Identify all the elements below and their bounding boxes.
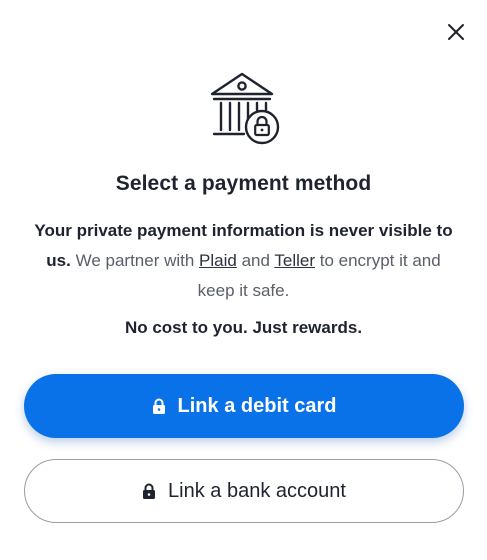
dialog-description: Your private payment information is neve… bbox=[30, 216, 457, 306]
close-button[interactable] bbox=[442, 18, 470, 46]
tagline: No cost to you. Just rewards. bbox=[124, 318, 363, 337]
description-text: and bbox=[236, 251, 275, 270]
lock-icon bbox=[142, 483, 156, 500]
link-debit-card-button[interactable]: Link a debit card bbox=[24, 374, 464, 438]
teller-link[interactable]: Teller bbox=[274, 251, 315, 270]
link-bank-account-label: Link a bank account bbox=[168, 479, 346, 502]
bank-lock-icon bbox=[210, 72, 280, 145]
description-text: We partner with bbox=[70, 251, 200, 270]
link-debit-card-label: Link a debit card bbox=[177, 394, 337, 417]
plaid-link[interactable]: Plaid bbox=[199, 251, 237, 270]
close-icon bbox=[448, 24, 464, 40]
lock-icon bbox=[152, 398, 166, 415]
dialog-title: Select a payment method bbox=[115, 172, 372, 195]
link-bank-account-button[interactable]: Link a bank account bbox=[24, 459, 464, 523]
